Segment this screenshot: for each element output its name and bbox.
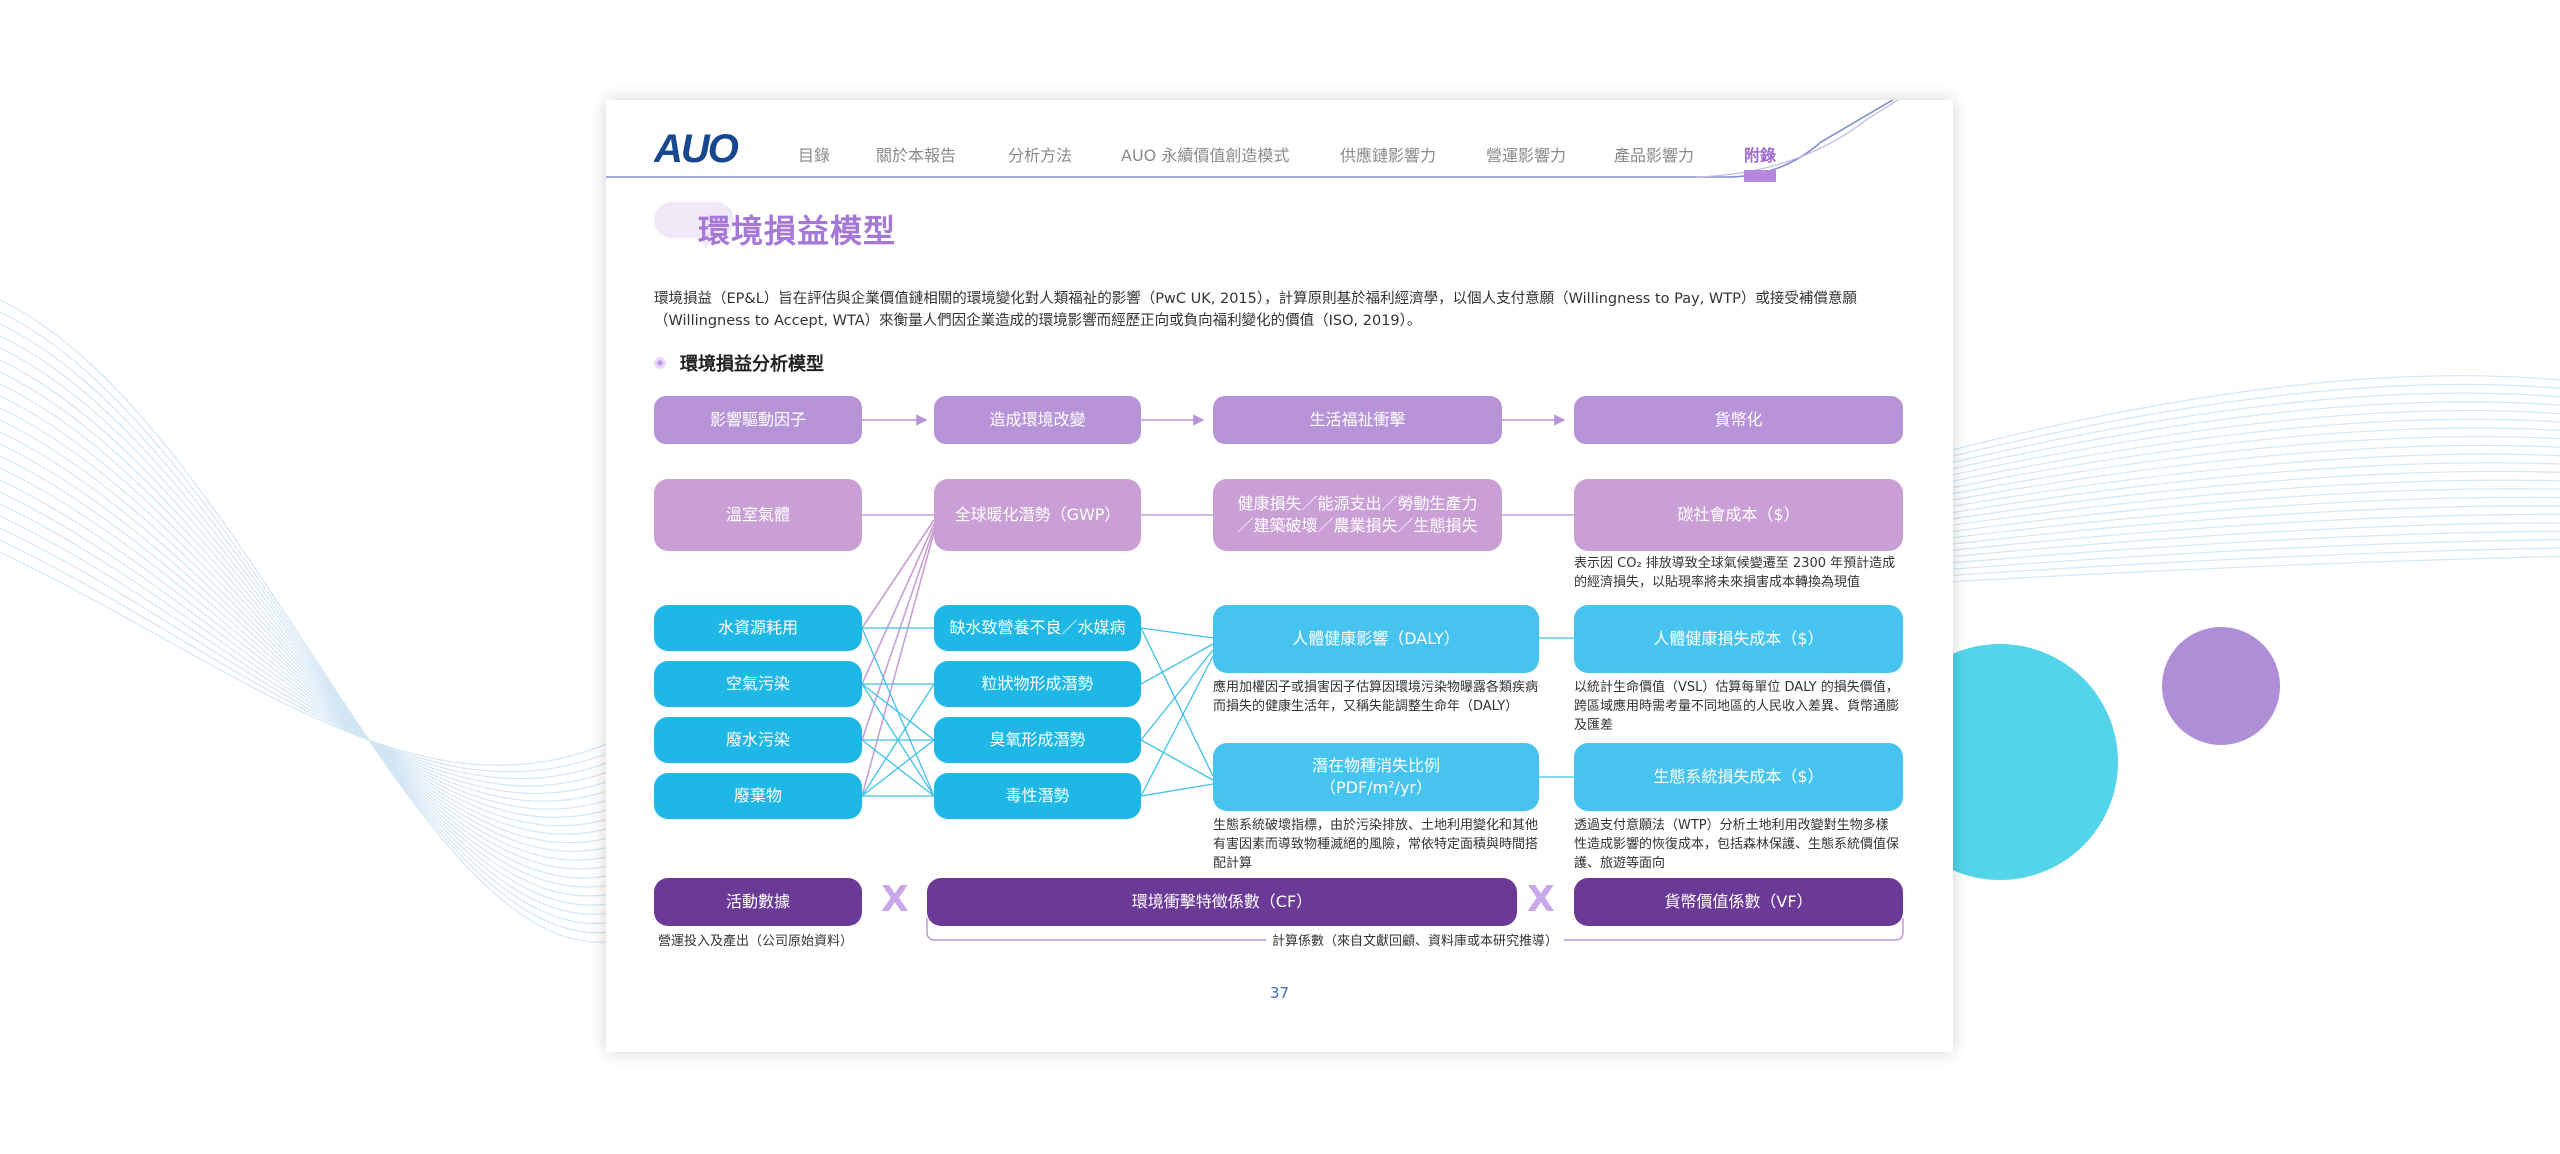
- header-wellbeing-impact: 生活福祉衝擊: [1213, 396, 1502, 444]
- driver-to-gwp-2: [861, 523, 935, 685]
- scarcity-to-daly: [1140, 627, 1214, 639]
- social-cost-carbon-note: 表示因 CO₂ 排放導致全球氣候變遷至 2300 年預計造成 的經濟損失，以貼現…: [1574, 554, 1903, 592]
- impact-human-health: 人體健康影響（DALY）: [1213, 605, 1539, 673]
- value-health-cost: 人體健康損失成本（$）: [1574, 605, 1903, 673]
- species-loss-line-1: 潛在物種消失比例: [1311, 756, 1440, 775]
- page-number: 37: [1269, 984, 1290, 1002]
- activity-data-note: 營運投入及產出（公司原始資料）: [658, 934, 854, 949]
- header-environmental-change: 造成環境改變: [934, 396, 1141, 444]
- characterization-factor-box: 環境衝擊特徵係數（CF）: [927, 878, 1517, 926]
- header-impact-drivers: 影響驅動因子: [654, 396, 862, 444]
- change-ozone: 臭氧形成潛勢: [934, 717, 1141, 763]
- social-cost-note-line-2: 的經濟損失，以貼現率將未來損害成本轉換為現值: [1574, 575, 1861, 590]
- health-cost-note-line-2: 跨區域應用時需考量不同地區的人民收入差異、貨幣通膨: [1574, 699, 1900, 714]
- change-water-scarcity: 缺水致營養不良／水媒病: [934, 605, 1141, 651]
- human-health-note-line-1: 應用加權因子或損害因子估算因環境污染物曝露各類疾病: [1213, 680, 1539, 695]
- social-cost-note-line-1: 表示因 CO₂ 排放導致全球氣候變遷至 2300 年預計造成: [1574, 556, 1896, 571]
- impact-ghg-line-2: ／建築破壞／農業損失／生態損失: [1237, 516, 1478, 535]
- driver-ghg: 溫室氣體: [654, 479, 862, 551]
- species-loss-note-line-1: 生態系統破壞指標，由於污染排放、土地利用變化和其他: [1213, 818, 1539, 833]
- impact-species-loss: 潛在物種消失比例 （PDF/m²/yr）: [1213, 743, 1539, 811]
- toxicity-to-pdf: [1140, 783, 1214, 797]
- ecosystem-cost-note: 透過支付意願法（WTP）分析土地利用改變對生物多樣 性造成影響的恢復成本，包括森…: [1574, 816, 1906, 873]
- change-toxicity: 毒性潛勢: [934, 773, 1141, 819]
- health-cost-note-line-1: 以統計生命價值（VSL）估算每單位 DALY 的損失價值，: [1574, 680, 1899, 695]
- health-cost-note-line-3: 及匯差: [1574, 718, 1614, 733]
- valuation-factor-box: 貨幣價值係數（VF）: [1574, 878, 1903, 926]
- purple-circle-decoration: [2162, 627, 2280, 745]
- driver-wastewater: 廢水污染: [654, 717, 862, 763]
- ecosystem-cost-note-line-3: 護、旅遊等面向: [1574, 856, 1666, 871]
- driver-water-use: 水資源耗用: [654, 605, 862, 651]
- species-loss-note: 生態系統破壞指標，由於污染排放、土地利用變化和其他 有害因素而導致物種滅絕的風險…: [1213, 816, 1543, 873]
- change-gwp: 全球暖化潛勢（GWP）: [934, 479, 1141, 551]
- species-loss-note-line-3: 配計算: [1213, 856, 1253, 871]
- driver-air-pollution: 空氣污染: [654, 661, 862, 707]
- driver-to-gwp-3: [861, 527, 935, 741]
- coefficients-note-text: 計算係數（來自文獻回顧、資料庫或本研究推導）: [1265, 934, 1564, 949]
- ecosystem-cost-note-line-2: 性造成影響的恢復成本，包括森林保護、生態系統價值保: [1574, 837, 1900, 852]
- coefficients-note: 計算係數（來自文獻回顧、資料庫或本研究推導）: [927, 932, 1903, 951]
- health-cost-note: 以統計生命價值（VSL）估算每單位 DALY 的損失價值， 跨區域應用時需考量不…: [1574, 678, 1906, 735]
- value-social-cost-carbon: 碳社會成本（$）: [1574, 479, 1903, 551]
- human-health-note-line-2: 而損失的健康生活年，又稱失能調整生命年（DALY）: [1213, 699, 1519, 714]
- air-to-ozone: [861, 683, 935, 741]
- value-ecosystem-cost: 生態系統損失成本（$）: [1574, 743, 1903, 811]
- ecosystem-cost-note-line-1: 透過支付意願法（WTP）分析土地利用改變對生物多樣: [1574, 818, 1889, 833]
- driver-to-gwp-4: [861, 531, 935, 797]
- driver-waste: 廢棄物: [654, 773, 862, 819]
- change-particulate: 粒狀物形成潛勢: [934, 661, 1141, 707]
- multiply-icon-2: X: [1527, 879, 1555, 920]
- multiply-icon-1: X: [881, 879, 909, 920]
- activity-data-box: 活動數據: [654, 878, 862, 926]
- species-loss-line-2: （PDF/m²/yr）: [1319, 778, 1432, 797]
- report-page: AUO 目錄 關於本報告 分析方法 AUO 永續價值創造模式 供應鏈影響力 營運…: [606, 100, 1953, 1052]
- header-monetization: 貨幣化: [1574, 396, 1903, 444]
- impact-ghg-losses: 健康損失／能源支出／勞動生產力 ／建築破壞／農業損失／生態損失: [1213, 479, 1502, 551]
- impact-ghg-line-1: 健康損失／能源支出／勞動生產力: [1237, 494, 1478, 513]
- human-health-note: 應用加權因子或損害因子估算因環境污染物曝露各類疾病 而損失的健康生活年，又稱失能…: [1213, 678, 1543, 716]
- species-loss-note-line-2: 有害因素而導致物種滅絕的風險，常依特定面積與時間搭: [1213, 837, 1539, 852]
